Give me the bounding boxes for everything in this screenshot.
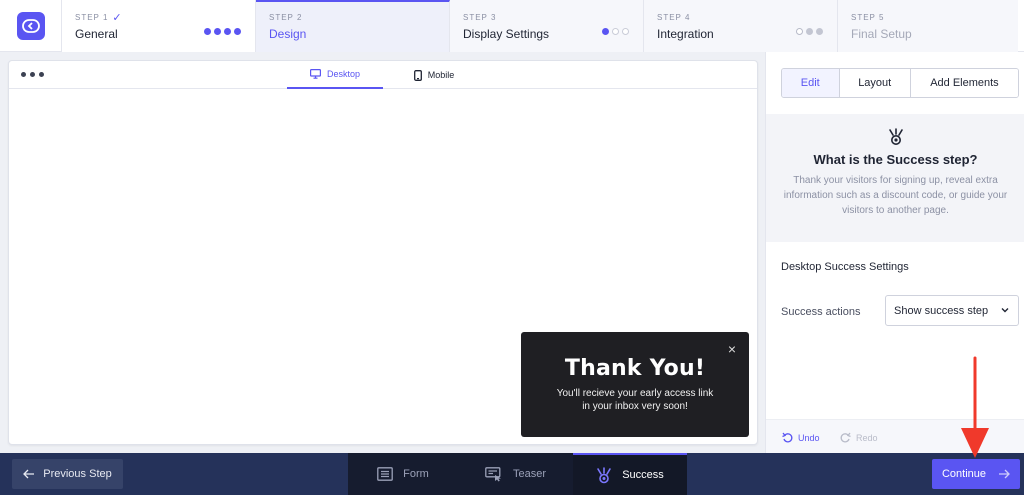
continue-label: Continue	[941, 468, 987, 480]
step-navigation: STEP 1 ✓ General STEP 2 Design STEP 3 Dis…	[0, 0, 1024, 52]
step-final-setup[interactable]: STEP 5 Final Setup	[838, 0, 1018, 52]
back-logo-icon[interactable]	[16, 12, 45, 40]
previous-step-button[interactable]: Previous Step	[12, 459, 123, 489]
undo-button[interactable]: Undo	[782, 432, 820, 443]
tab-form[interactable]: Form	[348, 453, 458, 495]
info-text: Thank your visitors for signing up, reve…	[783, 175, 1008, 216]
step-number: STEP 5	[851, 12, 885, 22]
continue-button[interactable]: Continue	[932, 459, 1020, 489]
tab-mobile-label: Mobile	[427, 70, 455, 80]
redo-icon	[840, 432, 851, 443]
step-general[interactable]: STEP 1 ✓ General	[62, 0, 256, 52]
close-icon[interactable]: ×	[728, 342, 736, 356]
tab-edit[interactable]: Edit	[782, 69, 840, 97]
tab-layout[interactable]: Layout	[839, 69, 911, 97]
tab-desktop[interactable]: Desktop	[287, 61, 383, 89]
bottom-bar: Previous Step Form Teaser Success Contin…	[0, 453, 1024, 495]
popup-message[interactable]: You'll recieve your early access link in…	[555, 387, 715, 413]
undo-icon	[782, 432, 793, 443]
crown-icon	[597, 466, 612, 483]
tab-form-label: Form	[403, 468, 429, 480]
mode-tabs: Form Teaser Success	[348, 453, 687, 495]
tab-teaser[interactable]: Teaser	[458, 453, 573, 495]
crown-icon	[888, 128, 903, 145]
panel-tabs: Edit Layout Add Elements	[781, 68, 1019, 98]
preview-toolbar: Desktop Mobile	[9, 61, 757, 89]
undo-label: Undo	[798, 432, 820, 443]
arrow-left-icon	[23, 469, 35, 479]
step-label: Design	[269, 27, 307, 41]
tab-add-elements[interactable]: Add Elements	[910, 69, 1018, 97]
progress-dots	[796, 28, 823, 35]
tab-teaser-label: Teaser	[512, 468, 547, 480]
chevron-down-icon	[1001, 308, 1009, 313]
previous-step-label: Previous Step	[43, 468, 112, 480]
info-title: What is the Success step?	[813, 152, 978, 167]
tab-success-label: Success	[622, 469, 664, 481]
success-step-info: What is the Success step? Thank your vis…	[766, 114, 1024, 242]
teaser-icon	[485, 466, 501, 481]
step-design[interactable]: STEP 2 Design	[256, 0, 450, 52]
progress-dots	[204, 28, 241, 35]
success-actions-select[interactable]: Show success step	[885, 295, 1019, 326]
redo-label: Redo	[856, 432, 878, 443]
redo-button[interactable]: Redo	[840, 432, 878, 443]
step-number: STEP 4	[657, 12, 691, 22]
mobile-icon	[413, 69, 422, 81]
more-menu-icon[interactable]	[21, 72, 44, 77]
step-number: STEP 2	[269, 12, 303, 22]
step-label: Final Setup	[851, 27, 912, 41]
check-icon: ✓	[112, 11, 123, 24]
success-popup-preview[interactable]: × Thank You! You'll recieve your early a…	[521, 332, 749, 437]
logo-cell	[0, 0, 62, 52]
step-number: STEP 3	[463, 12, 497, 22]
tab-mobile[interactable]: Mobile	[399, 61, 469, 89]
step-display-settings[interactable]: STEP 3 Display Settings	[450, 0, 644, 52]
annotation-arrow-icon	[961, 356, 989, 458]
arrow-right-icon	[999, 469, 1010, 479]
popup-title[interactable]: Thank You!	[521, 356, 749, 381]
success-actions-label: Success actions	[781, 306, 861, 318]
tab-desktop-label: Desktop	[326, 69, 361, 79]
desktop-icon	[309, 69, 321, 79]
step-integration[interactable]: STEP 4 Integration	[644, 0, 838, 52]
select-value: Show success step	[894, 304, 989, 317]
progress-dots	[602, 28, 629, 35]
step-number: STEP 1	[75, 12, 109, 22]
settings-title: Desktop Success Settings	[781, 261, 909, 273]
tab-success[interactable]: Success	[573, 453, 687, 495]
form-icon	[377, 467, 394, 481]
